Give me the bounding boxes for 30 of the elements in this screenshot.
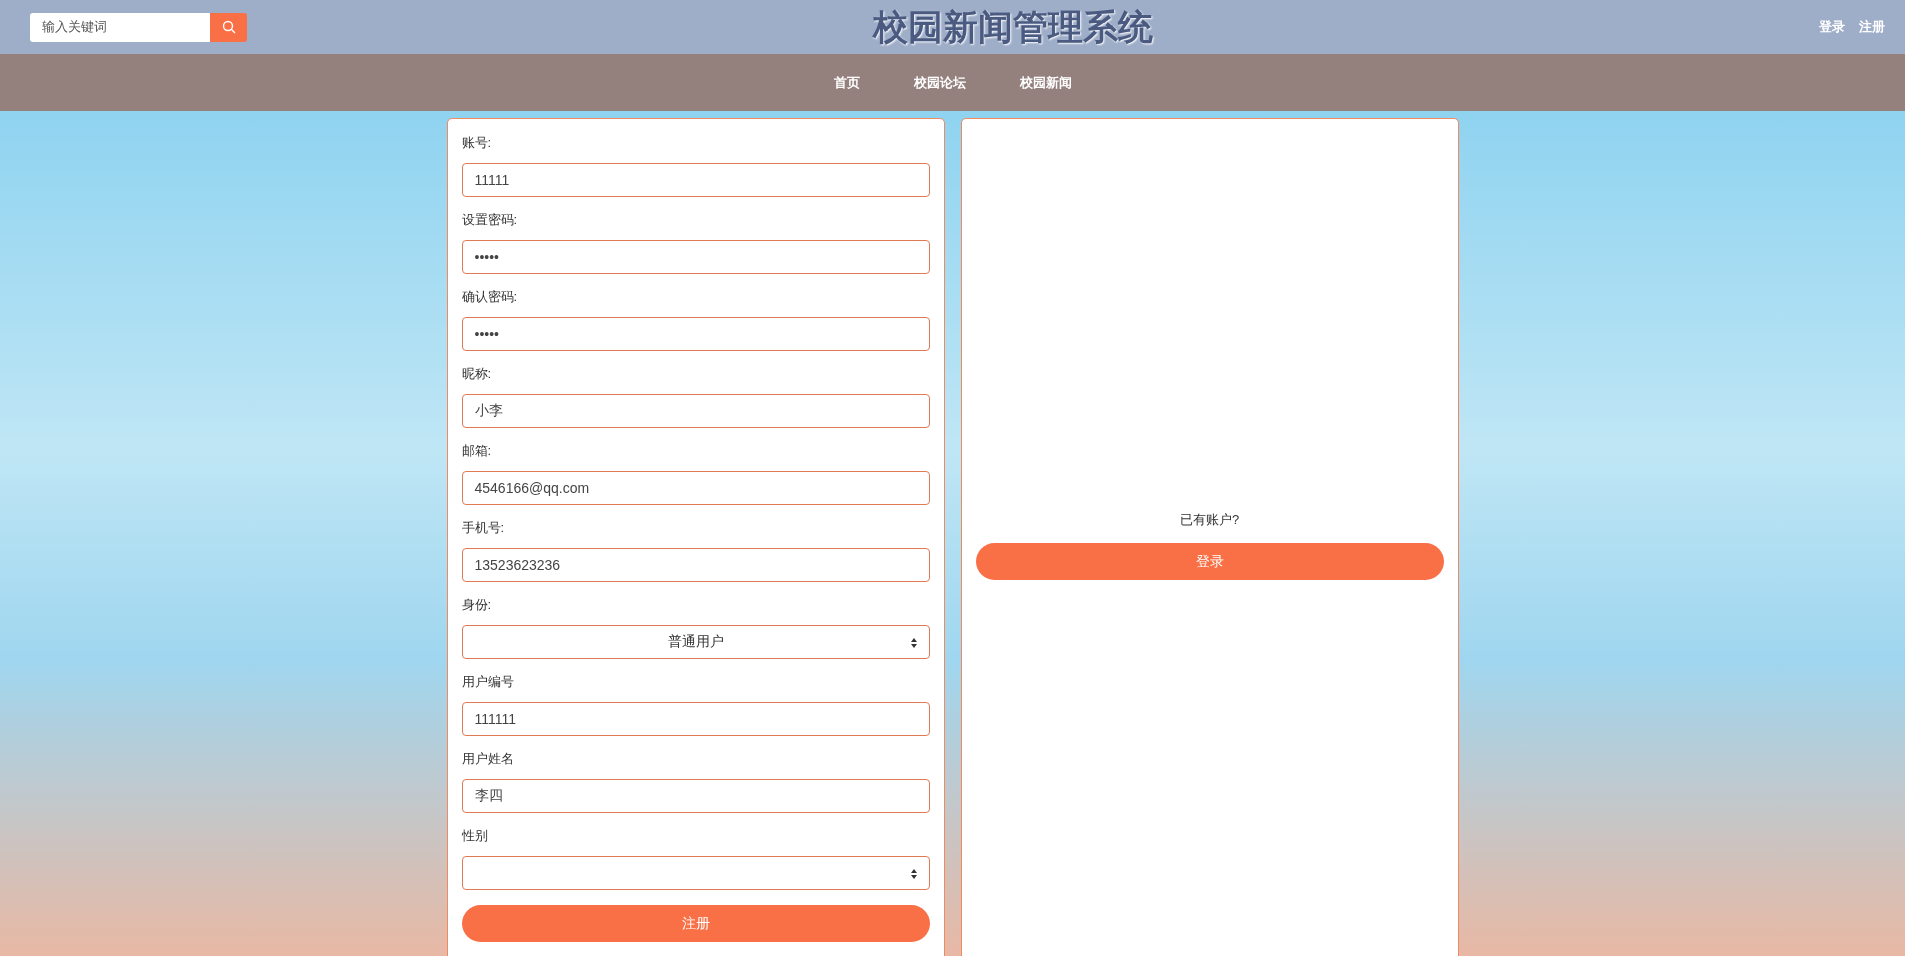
input-field[interactable]: 李四 (461, 779, 930, 813)
field-label: 确认密码: (461, 288, 519, 306)
search-icon (221, 20, 236, 34)
updown-arrows-icon (910, 869, 917, 879)
nav-link[interactable]: 校园新闻 (1019, 73, 1072, 92)
input-field[interactable]: 13523623236 (461, 548, 930, 582)
input-field[interactable]: 4546166@qq.com (461, 471, 930, 505)
search-button[interactable] (210, 12, 247, 42)
nav-link[interactable]: 首页 (833, 73, 860, 92)
field-label: 账号: (461, 134, 493, 152)
input-field[interactable]: 小李 (461, 394, 930, 428)
input-field[interactable]: 11111 (461, 163, 930, 197)
updown-arrows-icon (910, 638, 917, 648)
field-label: 用户姓名 (461, 750, 515, 768)
site-title: 校园新闻管理系统 (871, 5, 1154, 48)
login-prompt: 已有账户? (1178, 511, 1241, 529)
nav-link[interactable]: 校园论坛 (913, 73, 966, 92)
field-label: 身份: (461, 596, 493, 614)
select-field[interactable] (461, 856, 930, 890)
input-field[interactable]: ••••• (461, 240, 930, 274)
field-label: 昵称: (461, 365, 493, 383)
field-label: 设置密码: (461, 211, 519, 229)
input-field[interactable]: 111111 (461, 702, 930, 736)
search-field[interactable]: 输入关键词 (30, 12, 210, 42)
select-field[interactable]: 普通用户 (461, 625, 930, 659)
field-label: 性别 (461, 827, 489, 845)
field-label: 用户编号 (461, 673, 515, 691)
input-field[interactable]: ••••• (461, 317, 930, 351)
field-label: 手机号: (461, 519, 506, 537)
field-label: 邮箱: (461, 442, 493, 460)
